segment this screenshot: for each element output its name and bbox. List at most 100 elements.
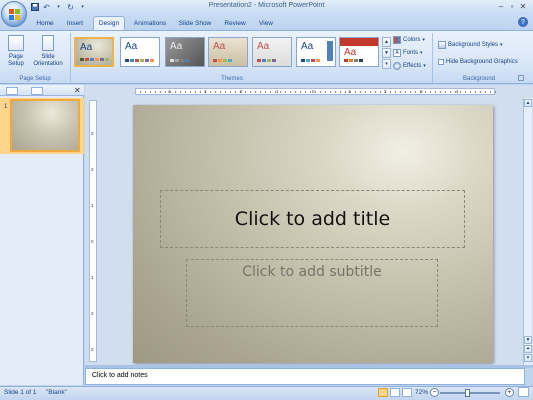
tab-design[interactable]: Design: [93, 16, 125, 30]
theme-thumbnail-origin[interactable]: Aa: [252, 37, 292, 67]
ruler-number: 1: [91, 275, 94, 280]
fonts-icon: A: [393, 48, 401, 57]
ribbon: Page Setup Slide Orientation Page Setup …: [0, 30, 533, 84]
group-separator: [70, 33, 71, 83]
ruler-tick: [210, 91, 211, 93]
gallery-scroll-up-button[interactable]: ▲: [382, 37, 391, 47]
ruler-number: 0: [91, 239, 94, 244]
ruler-tick: [360, 91, 361, 93]
tab-slide-show[interactable]: Slide Show: [174, 17, 216, 30]
ruler-tick: [220, 91, 221, 93]
title-placeholder[interactable]: Click to add title: [160, 190, 465, 248]
ruler-tick: [450, 91, 451, 93]
slide-sorter-view-button[interactable]: [390, 388, 400, 397]
ruler-tick: [140, 91, 141, 93]
vertical-scrollbar[interactable]: [523, 98, 532, 365]
tab-animations[interactable]: Animations: [129, 17, 171, 30]
ruler-number: 1: [276, 89, 279, 94]
hide-background-graphics-checkbox[interactable]: Hide Background Graphics: [438, 57, 518, 66]
colors-button[interactable]: Colors ▾: [393, 35, 425, 44]
close-pane-icon[interactable]: ✕: [74, 86, 81, 95]
theme-thumbnail-flow[interactable]: Aa: [208, 37, 248, 67]
ruler-number: 2: [240, 89, 243, 94]
ruler-tick: [340, 91, 341, 93]
zoom-out-button[interactable]: −: [430, 388, 439, 397]
ruler-number: 3: [420, 89, 423, 94]
ruler-tick: [370, 91, 371, 93]
ruler-tick: [325, 91, 326, 93]
gallery-scroll-down-button[interactable]: ▼: [382, 48, 391, 58]
help-icon[interactable]: ?: [518, 17, 528, 27]
effects-button[interactable]: Effects ▾: [393, 61, 426, 70]
theme-thumbnail-civic[interactable]: Aa: [339, 37, 379, 67]
ruler-tick: [365, 91, 366, 93]
checkbox-icon: [438, 58, 444, 65]
ruler-tick: [295, 91, 296, 93]
slide-thumbnail[interactable]: [10, 99, 80, 152]
ruler-tick: [180, 91, 181, 93]
vertical-ruler[interactable]: 3 2 1 0 1 2 3: [89, 100, 97, 362]
zoom-slider[interactable]: [440, 392, 500, 394]
ruler-tick: [305, 91, 306, 93]
zoom-slider-thumb[interactable]: [465, 389, 470, 397]
minimize-button[interactable]: –: [496, 1, 506, 11]
ruler-number: 3: [91, 131, 94, 136]
scroll-down-button[interactable]: ▼: [524, 336, 532, 344]
previous-slide-button[interactable]: ⏶: [524, 345, 532, 353]
tab-view[interactable]: View: [254, 17, 278, 30]
window-title: Presentation2 - Microsoft PowerPoint: [208, 2, 325, 9]
dialog-launcher-icon[interactable]: [518, 75, 524, 81]
ruler-tick: [405, 91, 406, 93]
ruler-tick: [315, 91, 316, 93]
theme-thumbnail-office[interactable]: Aa: [120, 37, 160, 67]
subtitle-placeholder[interactable]: Click to add subtitle: [186, 259, 438, 327]
theme-thumbnail-paper[interactable]: Aa: [296, 37, 336, 67]
ruler-tick: [495, 91, 496, 93]
ruler-tick: [445, 91, 446, 93]
zoom-level-text[interactable]: 72%: [415, 389, 428, 396]
fit-to-window-button[interactable]: [518, 387, 529, 397]
ruler-tick: [430, 91, 431, 93]
normal-view-button[interactable]: [378, 388, 388, 397]
ruler-number: 3: [91, 347, 94, 352]
tab-home[interactable]: Home: [33, 17, 57, 30]
ruler-tick: [145, 91, 146, 93]
ruler-number: 4: [456, 89, 459, 94]
background-styles-button[interactable]: Background Styles ▾: [438, 40, 503, 49]
gallery-more-button[interactable]: ▾: [382, 59, 391, 69]
themes-group-label: Themes: [221, 76, 243, 82]
ruler-tick: [415, 91, 416, 93]
tab-insert[interactable]: Insert: [61, 17, 89, 30]
slide-position-text: Slide 1 of 1: [4, 389, 37, 396]
group-separator: [432, 33, 433, 83]
horizontal-ruler[interactable]: 4 3 2 1 0 1 2 3 4: [135, 88, 496, 95]
ruler-tick: [155, 91, 156, 93]
next-slide-button[interactable]: ⏷: [524, 354, 532, 362]
office-button[interactable]: [1, 1, 27, 27]
ruler-tick: [440, 91, 441, 93]
zoom-in-button[interactable]: +: [505, 388, 514, 397]
ruler-tick: [310, 91, 311, 93]
fonts-button[interactable]: A Fonts ▾: [393, 48, 423, 57]
ruler-number: 2: [384, 89, 387, 94]
ruler-tick: [490, 91, 491, 93]
page-setup-button[interactable]: Page Setup: [4, 35, 28, 68]
maximize-button[interactable]: ▫: [507, 1, 517, 11]
theme-thumbnail-current[interactable]: Aa: [74, 37, 114, 67]
slides-tab[interactable]: [6, 87, 18, 95]
tab-review[interactable]: Review: [220, 17, 250, 30]
outline-tab[interactable]: [31, 87, 43, 95]
close-button[interactable]: ✕: [518, 1, 528, 11]
theme-thumbnail-dark[interactable]: Aa: [165, 37, 205, 67]
notes-pane[interactable]: Click to add notes: [85, 368, 525, 385]
page-setup-group-label: Page Setup: [19, 76, 51, 82]
slide-show-view-button[interactable]: [402, 388, 412, 397]
ruler-tick: [355, 91, 356, 93]
ruler-tick: [195, 91, 196, 93]
scroll-up-button[interactable]: ▲: [524, 99, 532, 107]
ruler-tick: [465, 91, 466, 93]
ruler-tick: [260, 91, 261, 93]
colors-icon: [393, 35, 401, 44]
ruler-tick: [425, 91, 426, 93]
slide-orientation-button[interactable]: Slide Orientation: [29, 35, 67, 68]
